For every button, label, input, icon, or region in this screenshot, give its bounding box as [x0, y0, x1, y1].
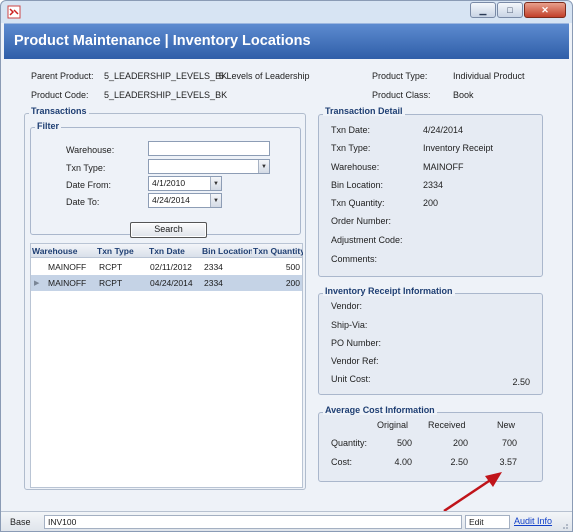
- cell-bin-location: 2334: [204, 278, 223, 288]
- detail-txn-type-label: Txn Type:: [331, 143, 371, 153]
- avgcost-original-header: Original: [377, 420, 409, 430]
- detail-txn-date-label: Txn Date:: [331, 125, 371, 135]
- app-window: ▁ □ ✕ Product Maintenance | Inventory Lo…: [0, 0, 573, 532]
- avgcost-quantity-original: 500: [396, 438, 412, 448]
- product-class-label: Product Class:: [372, 90, 431, 100]
- page-title: Product Maintenance | Inventory Location…: [14, 33, 311, 49]
- title-bar: ▁ □ ✕: [1, 1, 572, 23]
- avgcost-quantity-new: 700: [501, 438, 517, 448]
- cell-bin-location: 2334: [204, 262, 223, 272]
- parent-product-value: 5_LEADERSHIP_LEVELS_BK: [104, 71, 228, 81]
- parent-product-description: 5 Levels of Leadership: [219, 71, 310, 81]
- receipt-vendorref-label: Vendor Ref:: [331, 356, 379, 366]
- receipt-vendor-label: Vendor:: [331, 301, 363, 311]
- avgcost-cost-original: 4.00: [394, 457, 412, 467]
- status-mode: Edit: [465, 515, 510, 529]
- date-from-value: 4/1/2010: [152, 178, 186, 188]
- product-type-value: Individual Product: [453, 71, 525, 81]
- transaction-detail-panel: [318, 114, 543, 277]
- table-row-selected[interactable]: ▶ MAINOFF RCPT 04/24/2014 2334 200: [31, 275, 302, 291]
- detail-qty-value: 200: [423, 198, 439, 208]
- search-button[interactable]: Search: [130, 222, 207, 238]
- receipt-unitcost-label: Unit Cost:: [331, 374, 371, 384]
- cell-txn-type: RCPT: [99, 262, 123, 272]
- annotation-arrow: [443, 472, 502, 513]
- window-controls: ▁ □ ✕: [470, 2, 566, 18]
- inventory-receipt-title: Inventory Receipt Information: [323, 286, 455, 296]
- grid-header: Warehouse Txn Type Txn Date Bin Location…: [31, 244, 303, 258]
- receipt-shipvia-label: Ship-Via:: [331, 320, 368, 330]
- table-row[interactable]: MAINOFF RCPT 02/11/2012 2334 500: [31, 259, 302, 275]
- column-header-bin-location[interactable]: Bin Location: [202, 246, 252, 256]
- product-class-value: Book: [453, 90, 474, 100]
- maximize-icon[interactable]: □: [497, 2, 523, 18]
- column-header-txn-date[interactable]: Txn Date: [149, 246, 201, 256]
- avgcost-new-header: New: [497, 420, 516, 430]
- date-to-picker[interactable]: 4/24/2014 ▼: [148, 193, 222, 208]
- warehouse-filter-label: Warehouse:: [66, 145, 115, 155]
- transaction-detail-title: Transaction Detail: [323, 106, 405, 116]
- date-from-label: Date From:: [66, 180, 112, 190]
- column-header-txn-quantity[interactable]: Txn Quantity: [253, 246, 303, 256]
- status-bar: Base INV100 Edit Audit Info: [1, 511, 572, 531]
- date-to-label: Date To:: [66, 197, 100, 207]
- avgcost-cost-label: Cost:: [331, 457, 353, 467]
- txn-type-filter-label: Txn Type:: [66, 163, 106, 173]
- transactions-grid: Warehouse Txn Type Txn Date Bin Location…: [30, 243, 303, 488]
- dropdown-arrow-icon[interactable]: ▼: [210, 194, 221, 207]
- row-indicator-icon: ▶: [34, 280, 40, 287]
- detail-comments-label: Comments:: [331, 254, 378, 264]
- app-icon: [7, 5, 21, 19]
- column-header-txn-type[interactable]: Txn Type: [97, 246, 147, 256]
- date-to-value: 4/24/2014: [152, 195, 190, 205]
- detail-order-label: Order Number:: [331, 216, 392, 226]
- minimize-icon[interactable]: ▁: [470, 2, 496, 18]
- filter-title: Filter: [35, 121, 62, 131]
- avgcost-cost-new: 3.57: [499, 457, 517, 467]
- avgcost-quantity-label: Quantity:: [331, 438, 368, 448]
- product-code-label: Product Code:: [31, 90, 89, 100]
- status-form-code: INV100: [44, 515, 462, 529]
- txn-type-filter-select[interactable]: ▼: [148, 159, 270, 174]
- detail-warehouse-value: MAINOFF: [423, 162, 464, 172]
- cell-txn-date: 02/11/2012: [150, 262, 192, 272]
- transactions-title: Transactions: [29, 106, 89, 116]
- resize-grip-icon[interactable]: [561, 522, 569, 530]
- audit-info-link[interactable]: Audit Info: [514, 516, 552, 526]
- average-cost-title: Average Cost Information: [323, 405, 437, 415]
- status-base-label: Base: [10, 517, 31, 527]
- receipt-po-label: PO Number:: [331, 338, 382, 348]
- detail-qty-label: Txn Quantity:: [331, 198, 385, 208]
- receipt-unitcost-value: 2.50: [512, 377, 530, 387]
- column-header-warehouse[interactable]: Warehouse: [32, 246, 94, 256]
- cell-txn-quantity: 200: [285, 278, 300, 288]
- date-from-picker[interactable]: 4/1/2010 ▼: [148, 176, 222, 191]
- cell-txn-quantity: 500: [285, 262, 300, 272]
- cell-txn-type: RCPT: [99, 278, 123, 288]
- detail-warehouse-label: Warehouse:: [331, 162, 380, 172]
- product-type-label: Product Type:: [372, 71, 428, 81]
- dropdown-arrow-icon[interactable]: ▼: [210, 177, 221, 190]
- avgcost-quantity-received: 200: [452, 438, 468, 448]
- detail-adjustment-label: Adjustment Code:: [331, 235, 403, 245]
- warehouse-filter-input[interactable]: [148, 141, 270, 156]
- product-code-value: 5_LEADERSHIP_LEVELS_BK: [104, 90, 228, 100]
- avgcost-cost-received: 2.50: [450, 457, 468, 467]
- dropdown-arrow-icon[interactable]: ▼: [258, 160, 269, 173]
- avgcost-received-header: Received: [428, 420, 466, 430]
- detail-bin-value: 2334: [423, 180, 444, 190]
- cell-warehouse: MAINOFF: [48, 278, 87, 288]
- page-header: Product Maintenance | Inventory Location…: [4, 23, 569, 59]
- detail-bin-label: Bin Location:: [331, 180, 384, 190]
- cell-warehouse: MAINOFF: [48, 262, 87, 272]
- parent-product-label: Parent Product:: [31, 71, 94, 81]
- cell-txn-date: 04/24/2014: [150, 278, 193, 288]
- close-icon[interactable]: ✕: [524, 2, 566, 18]
- detail-txn-type-value: Inventory Receipt: [423, 143, 494, 153]
- main-content: Parent Product: 5_LEADERSHIP_LEVELS_BK 5…: [4, 59, 569, 513]
- detail-txn-date-value: 4/24/2014: [423, 125, 464, 135]
